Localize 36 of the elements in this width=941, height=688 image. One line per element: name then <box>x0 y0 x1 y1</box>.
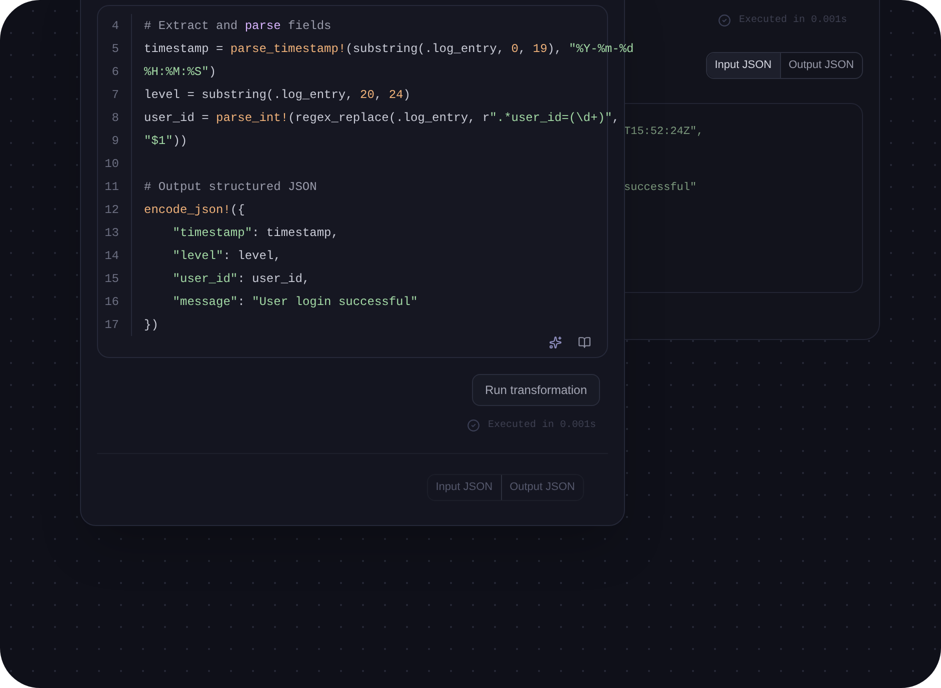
check-circle-icon <box>466 419 480 432</box>
line-number: 4 <box>98 14 132 37</box>
line-number: 11 <box>98 175 132 198</box>
code-line: %H:%M:%S") <box>143 64 216 80</box>
code-line: "timestamp": timestamp, <box>172 224 338 242</box>
code-line: # Extract and parse fields <box>143 18 332 34</box>
code-line: "message": "User login successful" <box>172 294 418 310</box>
sparkles-icon[interactable] <box>549 336 562 349</box>
book-icon[interactable] <box>578 336 591 349</box>
check-circle-icon <box>718 14 731 27</box>
code-line: }) <box>143 316 158 334</box>
code-line: "level": level, <box>172 248 281 264</box>
code-line: timestamp = parse_timestamp!(substring(.log_entry, 0, 19), "%Y-%m-%d <box>143 40 634 58</box>
json-tab[interactable]: Output JSON <box>780 53 862 78</box>
json-text: T15:52:24Z", <box>624 124 704 140</box>
line-number: 14 <box>98 244 132 267</box>
line-number: 9 <box>98 129 132 152</box>
json-tab[interactable]: Input JSON <box>706 53 780 78</box>
run-transformation-button[interactable]: Run transformation <box>472 374 600 406</box>
line-number: 6 <box>98 60 132 83</box>
code-line: encode_json!({ <box>143 202 245 218</box>
code-line: # Output structured JSON <box>143 178 317 196</box>
code-line: "$1")) <box>143 132 188 150</box>
line-number: 7 <box>98 83 132 106</box>
line-number: 8 <box>98 106 132 129</box>
line-number: 17 <box>98 313 132 336</box>
code-line: "user_id": user_id, <box>172 270 310 288</box>
json-text: successful" <box>624 181 698 196</box>
code-line: level = substring(.log_entry, 20, 24) <box>143 86 410 104</box>
line-number: 16 <box>98 290 132 313</box>
line-number: 10 <box>98 152 132 175</box>
line-number: 13 <box>98 221 132 244</box>
code-line: user_id = parse_int!(regex_replace(.log_entry, r".*user_id=(\d+)", <box>143 110 620 126</box>
line-number: 5 <box>98 37 132 60</box>
line-number: 12 <box>98 198 132 221</box>
line-number: 15 <box>98 267 132 290</box>
